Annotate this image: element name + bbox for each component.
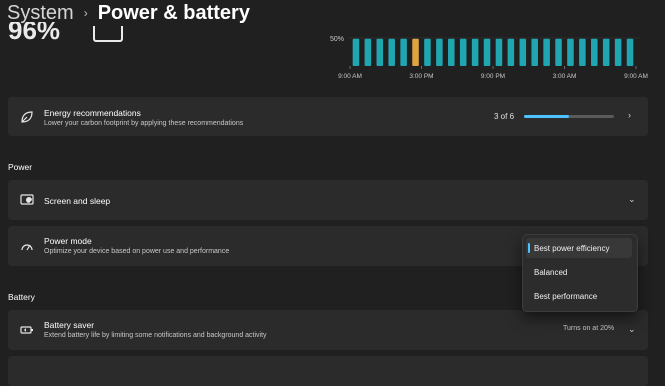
recommendations-progress-fill bbox=[524, 115, 569, 118]
chart-bar bbox=[579, 38, 586, 66]
power-mode-option-best-power-efficiency[interactable]: Best power efficiency bbox=[526, 238, 632, 258]
power-mode-icon bbox=[18, 237, 36, 255]
chart-bar bbox=[567, 38, 574, 66]
chart-bar bbox=[602, 38, 610, 66]
battery-percentage: 96% bbox=[8, 22, 61, 44]
chart-bar bbox=[507, 38, 515, 66]
chevron-down-icon[interactable]: ⌄ bbox=[628, 324, 636, 335]
chevron-right-icon: › bbox=[628, 110, 631, 120]
chart-y-tick-label: 50% bbox=[330, 36, 344, 43]
power-mode-dropdown: Best power efficiency Balanced Best perf… bbox=[522, 234, 638, 312]
power-mode-option-balanced[interactable]: Balanced bbox=[526, 262, 632, 282]
battery-usage-chart: 50% 9:00 AM 3:00 PM 9:00 PM 3:00 AM 9:00 AM bbox=[330, 36, 648, 80]
chevron-down-icon[interactable]: ⌄ bbox=[628, 194, 636, 205]
chart-bar bbox=[495, 38, 503, 66]
chart-bar bbox=[352, 38, 360, 66]
battery-usage-card[interactable] bbox=[8, 356, 648, 386]
leaf-icon bbox=[18, 108, 36, 126]
chart-bar bbox=[459, 38, 467, 66]
chart-x-tick-label: 3:00 PM bbox=[409, 73, 433, 80]
breadcrumb-separator: › bbox=[83, 6, 88, 20]
chart-bar bbox=[519, 38, 527, 66]
power-mode-title: Power mode bbox=[44, 236, 92, 246]
chart-bar bbox=[364, 38, 372, 66]
chart-bar bbox=[531, 38, 538, 66]
battery-saver-status: Turns on at 20% bbox=[563, 325, 615, 332]
chart-bar bbox=[483, 38, 491, 66]
chart-bar bbox=[555, 38, 562, 66]
chart-bar bbox=[400, 38, 407, 66]
energy-recommendations-title: Energy recommendations bbox=[44, 108, 141, 118]
chart-bar bbox=[412, 38, 419, 66]
chart-x-tick-label: 9:00 AM bbox=[338, 73, 362, 80]
screen-and-sleep-card[interactable]: Screen and sleep ⌄ bbox=[8, 180, 648, 220]
energy-recommendations-subtitle: Lower your carbon footprint by applying … bbox=[44, 120, 244, 127]
screen-and-sleep-title: Screen and sleep bbox=[44, 196, 111, 206]
chart-x-tick-label: 9:00 AM bbox=[624, 73, 648, 80]
screen-sleep-icon bbox=[18, 191, 36, 209]
chart-x-tick-label: 3:00 AM bbox=[553, 73, 577, 80]
page-title: Power & battery bbox=[97, 1, 250, 24]
battery-saver-card[interactable]: Battery saver Extend battery life by lim… bbox=[8, 310, 648, 350]
recommendations-count: 3 of 6 bbox=[494, 112, 515, 121]
chart-bar bbox=[424, 38, 431, 66]
chart-bar bbox=[626, 38, 634, 66]
chart-bar bbox=[471, 38, 479, 66]
battery-saver-icon bbox=[18, 321, 36, 339]
battery-saver-subtitle: Extend battery life by limiting some not… bbox=[44, 332, 267, 339]
chart-bar bbox=[591, 38, 598, 66]
power-section-heading: Power bbox=[8, 162, 33, 172]
chart-x-tick-label: 9:00 PM bbox=[481, 73, 505, 80]
battery-saver-title: Battery saver bbox=[44, 320, 95, 330]
battery-section-heading: Battery bbox=[8, 292, 35, 302]
chart-bar bbox=[543, 38, 550, 66]
chart-bar bbox=[388, 38, 395, 66]
chart-bar bbox=[376, 38, 384, 66]
chart-bar bbox=[614, 38, 622, 66]
recommendations-progress-bar bbox=[524, 115, 614, 118]
chart-bar bbox=[448, 38, 455, 66]
power-mode-subtitle: Optimize your device based on power use … bbox=[44, 248, 230, 255]
power-mode-option-best-performance[interactable]: Best performance bbox=[526, 286, 632, 306]
battery-icon bbox=[93, 26, 123, 42]
chart-bar bbox=[436, 38, 443, 66]
